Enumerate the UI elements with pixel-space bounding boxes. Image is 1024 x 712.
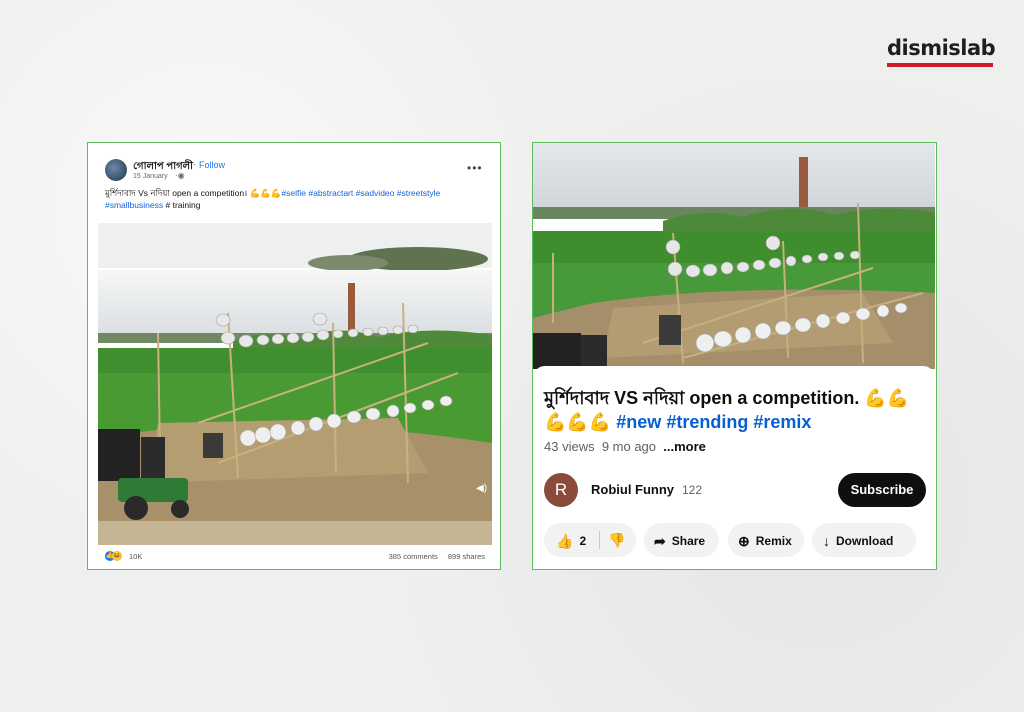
thumbs-up-icon[interactable]: 👍: [556, 533, 573, 549]
youtube-short-frame: মুর্শিদাবাদ VS নদিয়া open a competition…: [532, 142, 937, 570]
facebook-post-frame: গোলাপ পাগলী · Follow 15 January ·◉ ••• ম…: [87, 142, 501, 570]
upload-age: 9 mo ago: [601, 439, 657, 454]
haha-reaction-icon: 😆: [112, 551, 122, 562]
download-button[interactable]: ↓ Download: [812, 523, 916, 557]
shares-count[interactable]: 899 shares: [448, 552, 485, 561]
channel-name[interactable]: Robiul Funny: [591, 482, 674, 497]
caption-text: মুর্শিদাবাদ Vs নদিয়া open a competition…: [105, 188, 250, 198]
channel-avatar[interactable]: R: [544, 473, 578, 507]
post-video[interactable]: ◀): [98, 223, 492, 545]
video-meta: 43 views 9 mo ago ...more: [544, 439, 706, 454]
hashtag-link[interactable]: #abstractart: [308, 188, 353, 198]
brand-logo: dismislab: [887, 36, 996, 67]
hashtag-link[interactable]: #smallbusiness: [105, 200, 163, 210]
more-options-icon[interactable]: •••: [467, 161, 483, 175]
download-icon: ↓: [823, 532, 830, 549]
brand-name: dismislab: [887, 36, 996, 60]
short-title[interactable]: মুর্শিদাবাদ VS নদিয়া open a competition…: [544, 386, 924, 434]
field-scene-image: [533, 143, 935, 369]
hashtag-link[interactable]: #selfie: [281, 188, 306, 198]
globe-icon: ·◉: [175, 171, 185, 180]
facebook-post-card: গোলাপ পাগলী · Follow 15 January ·◉ ••• ম…: [96, 151, 494, 563]
share-button[interactable]: ➦ Share: [644, 523, 719, 557]
brand-underline: [887, 63, 993, 67]
post-caption: মুর্শিদাবাদ Vs নদিয়া open a competition…: [105, 187, 485, 211]
remix-label: Remix: [755, 533, 792, 548]
hashtag-link[interactable]: #trending: [666, 412, 748, 432]
share-icon: ➦: [654, 532, 666, 549]
title-text: মুর্শিদাবাদ VS নদিয়া open a competition…: [544, 388, 865, 408]
hashtag-link[interactable]: #remix: [753, 412, 811, 432]
remix-icon: ⊕: [738, 532, 750, 549]
short-info-panel: মুর্শিদাবাদ VS নদিয়া open a competition…: [533, 366, 935, 569]
remix-button[interactable]: ⊕ Remix: [728, 523, 804, 557]
hashtag-link[interactable]: #new: [616, 412, 661, 432]
reaction-count[interactable]: 10K: [129, 552, 142, 561]
caption-emoji: 💪💪💪: [249, 188, 282, 198]
like-dislike-button[interactable]: 👍 2 👎: [544, 523, 636, 557]
caption-tail: # training: [165, 200, 201, 210]
field-scene-image: ◀): [98, 223, 492, 545]
subscriber-count: 122: [682, 483, 703, 497]
svg-text:◀): ◀): [476, 483, 487, 494]
reaction-icons[interactable]: 👍😆: [105, 551, 122, 562]
short-video[interactable]: [533, 143, 935, 369]
more-link[interactable]: ...more: [663, 439, 706, 454]
hashtag-link[interactable]: #sadvideo: [356, 188, 395, 198]
view-count: 43 views: [544, 439, 595, 454]
subscribe-button[interactable]: Subscribe: [838, 473, 926, 507]
share-label: Share: [671, 533, 706, 548]
like-count: 2: [579, 533, 587, 548]
comments-count[interactable]: 385 comments: [389, 552, 438, 561]
follow-link[interactable]: Follow: [199, 160, 225, 170]
download-label: Download: [836, 533, 894, 548]
post-stats: 385 comments 899 shares: [381, 552, 485, 561]
thumbs-down-icon[interactable]: 👎: [608, 523, 625, 557]
author-avatar[interactable]: [105, 159, 127, 181]
separator-dot: ·: [193, 159, 196, 169]
divider: [599, 531, 600, 549]
post-date[interactable]: 15 January: [133, 173, 168, 180]
hashtag-link[interactable]: #streetstyle: [397, 188, 440, 198]
